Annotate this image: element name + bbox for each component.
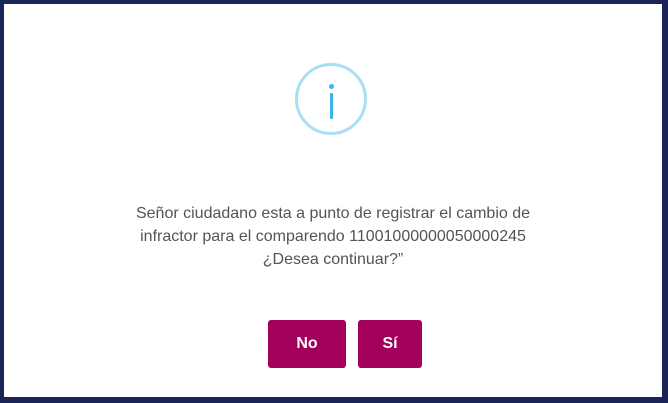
no-button[interactable]: No (268, 320, 346, 368)
message-line-3: ¿Desea continuar?” (262, 251, 404, 268)
dialog-message: Señor ciudadano esta a punto de registra… (4, 202, 662, 271)
info-icon-dot (329, 84, 334, 89)
yes-button[interactable]: Sí (358, 320, 422, 368)
message-line-1: Señor ciudadano esta a punto de registra… (135, 205, 531, 222)
message-line-2: infractor para el comparendo 11001000000… (140, 228, 526, 245)
info-icon (295, 63, 367, 135)
info-icon-stem (330, 93, 333, 119)
confirmation-dialog: Señor ciudadano esta a punto de registra… (4, 4, 662, 397)
